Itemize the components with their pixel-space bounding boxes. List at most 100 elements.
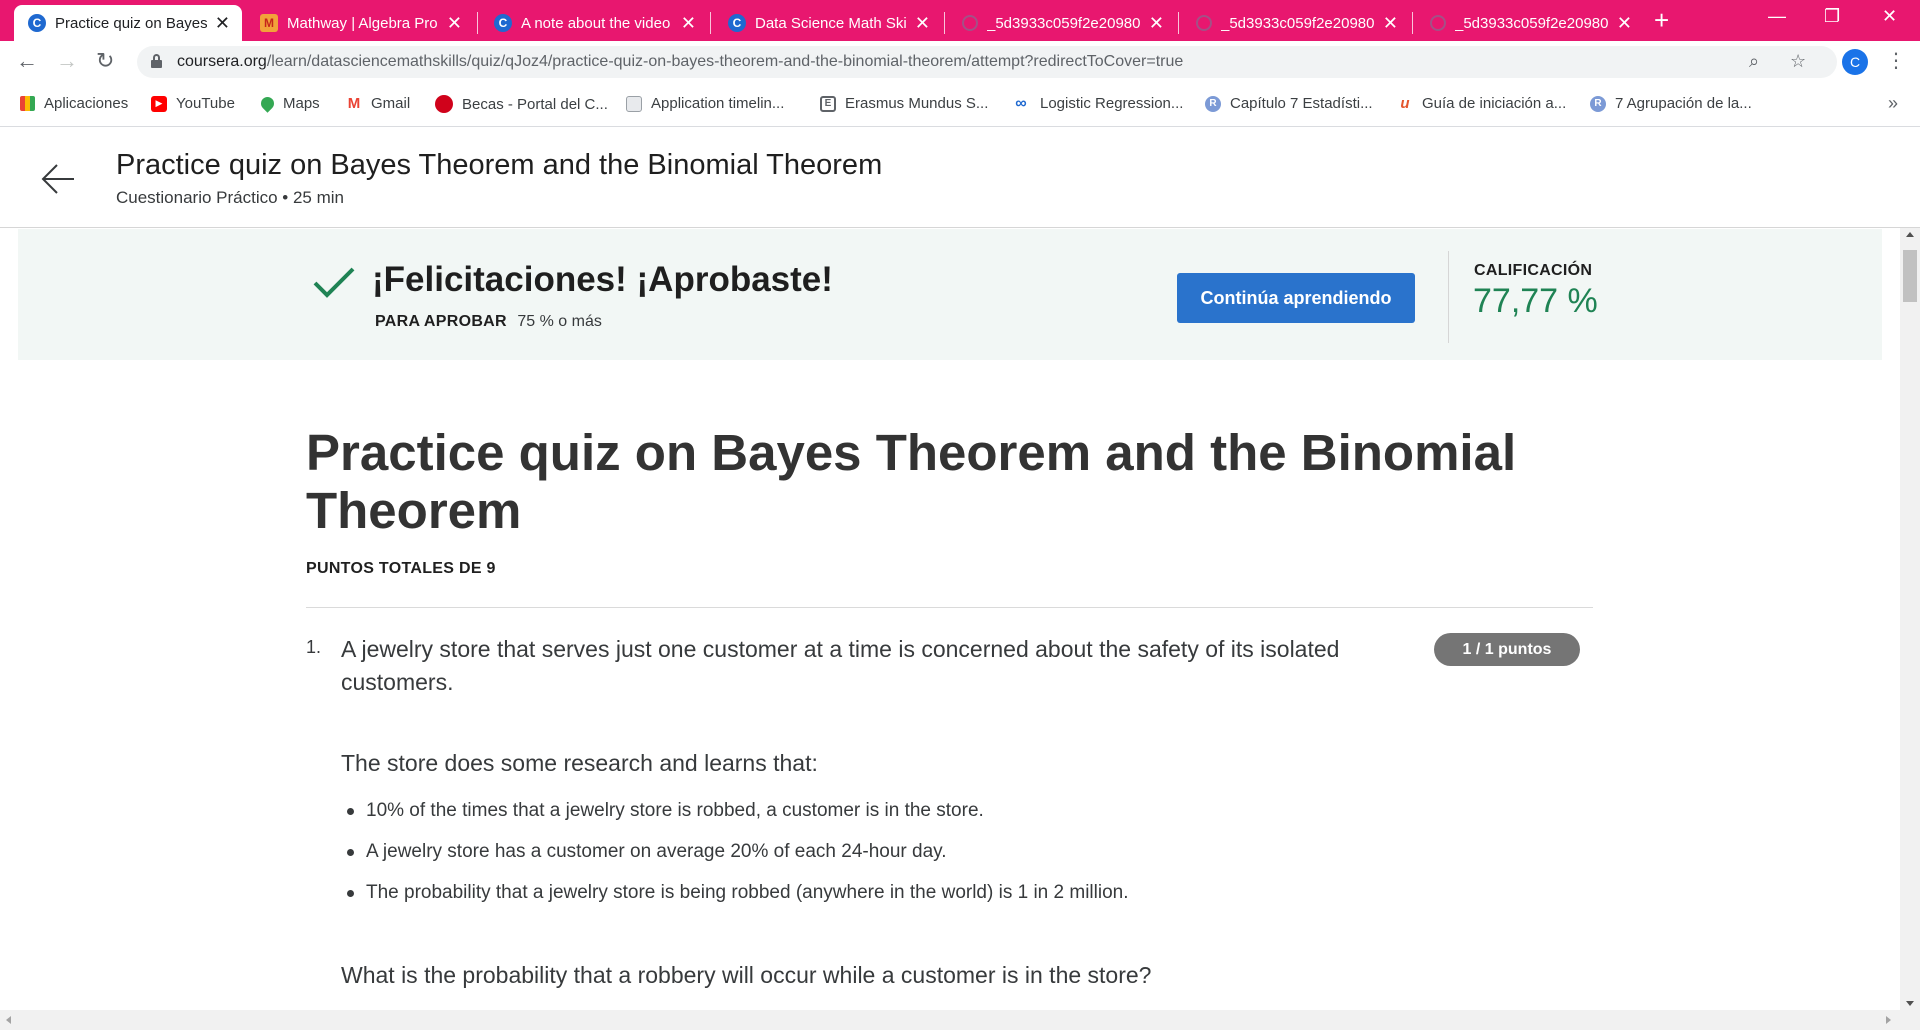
scroll-left-icon[interactable] bbox=[6, 1016, 11, 1024]
continue-learning-button[interactable]: Continúa aprendiendo bbox=[1177, 273, 1415, 323]
bookmark-label: Application timelin... bbox=[651, 95, 785, 112]
bookmark-label: Guía de iniciación a... bbox=[1422, 95, 1567, 112]
browser-menu-icon[interactable]: ⋮ bbox=[1886, 50, 1906, 72]
bookmark-becas[interactable]: Becas - Portal del C... bbox=[435, 95, 608, 113]
bookmark-application-timeline[interactable]: Application timelin... bbox=[626, 95, 784, 112]
close-icon[interactable]: ✕ bbox=[1149, 14, 1164, 32]
scroll-up-icon[interactable] bbox=[1906, 232, 1914, 237]
pass-banner: ¡Felicitaciones! ¡Aprobaste! PARA APROBA… bbox=[18, 229, 1882, 360]
bookmark-label: Capítulo 7 Estadísti... bbox=[1230, 95, 1373, 112]
forward-icon[interactable]: → bbox=[56, 49, 78, 73]
close-icon[interactable]: ✕ bbox=[1383, 14, 1398, 32]
scroll-down-icon[interactable] bbox=[1906, 1001, 1914, 1006]
tab-separator bbox=[944, 12, 945, 34]
close-icon[interactable]: ✕ bbox=[915, 14, 930, 32]
coursera-icon: C bbox=[494, 14, 512, 32]
tab-separator bbox=[477, 12, 478, 34]
new-tab-plus-icon[interactable]: + bbox=[1654, 7, 1669, 33]
tab-title: Mathway | Algebra Pro bbox=[287, 14, 438, 32]
grade-divider bbox=[1448, 251, 1449, 343]
horizontal-scrollbar[interactable] bbox=[0, 1010, 1920, 1030]
bookmark-label: Becas - Portal del C... bbox=[462, 95, 608, 113]
coursera-infinity-icon: ∞ bbox=[1011, 95, 1031, 112]
bookmark-label: Aplicaciones bbox=[44, 95, 129, 112]
checkmark-icon bbox=[313, 267, 355, 298]
mathway-icon: M bbox=[260, 14, 278, 32]
erasmus-icon: E bbox=[820, 95, 836, 112]
tab-title: _5d3933c059f2e209800 bbox=[987, 14, 1141, 32]
reload-icon[interactable]: ↻ bbox=[96, 49, 114, 73]
close-icon[interactable]: ✕ bbox=[1617, 14, 1632, 32]
address-bar[interactable]: coursera.org/learn/datasciencemathskills… bbox=[137, 46, 1837, 78]
bookmark-capitulo-7[interactable]: R Capítulo 7 Estadísti... bbox=[1205, 95, 1373, 112]
tab-practice-quiz[interactable]: C Practice quiz on Bayes ✕ bbox=[14, 5, 242, 41]
back-icon[interactable]: ← bbox=[16, 49, 38, 73]
lock-icon[interactable] bbox=[151, 54, 162, 68]
tab-file-2[interactable]: _5d3933c059f2e209800 ✕ bbox=[1182, 5, 1410, 41]
tab-file-3[interactable]: _5d3933c059f2e209800 ✕ bbox=[1416, 5, 1644, 41]
r-icon: R bbox=[1590, 95, 1606, 112]
tab-separator bbox=[1178, 12, 1179, 34]
tab-separator bbox=[1412, 12, 1413, 34]
tab-data-science-math[interactable]: C Data Science Math Skil ✕ bbox=[714, 5, 942, 41]
bookmark-maps[interactable]: Maps bbox=[258, 94, 320, 113]
url-text[interactable]: coursera.org/learn/datasciencemathskills… bbox=[177, 53, 1183, 71]
grade-label: CALIFICACIÓN bbox=[1474, 262, 1593, 279]
zoom-icon[interactable]: ⌕ bbox=[1749, 51, 1759, 72]
restore-icon[interactable]: ❐ bbox=[1824, 6, 1840, 27]
chevron-right-double-icon[interactable]: » bbox=[1888, 93, 1898, 114]
close-icon[interactable]: ✕ bbox=[215, 14, 230, 32]
bookmark-gmail[interactable]: M Gmail bbox=[346, 95, 410, 112]
bookmark-logistic-regression[interactable]: ∞ Logistic Regression... bbox=[1011, 95, 1183, 112]
scrollbar-thumb[interactable] bbox=[1903, 250, 1917, 302]
total-points: PUNTOS TOTALES DE 9 bbox=[306, 560, 496, 577]
apps-grid-icon bbox=[20, 96, 35, 111]
tab-separator bbox=[710, 12, 711, 34]
congrats-heading: ¡Felicitaciones! ¡Aprobaste! bbox=[372, 260, 833, 299]
browser-toolbar: ← → ↻ coursera.org/learn/datasciencemath… bbox=[0, 41, 1920, 83]
bookmark-label: Erasmus Mundus S... bbox=[845, 95, 989, 112]
bookmark-label: Logistic Regression... bbox=[1040, 95, 1184, 112]
question-number: 1. bbox=[306, 637, 322, 657]
bookmark-youtube[interactable]: ▶ YouTube bbox=[151, 95, 235, 112]
bookmarks-bar: Aplicaciones ▶ YouTube Maps M Gmail Beca… bbox=[0, 83, 1920, 127]
tab-title: _5d3933c059f2e209800 bbox=[1221, 14, 1375, 32]
close-icon[interactable]: ✕ bbox=[447, 14, 462, 32]
vertical-scrollbar[interactable] bbox=[1900, 228, 1920, 1010]
tab-note-about-video[interactable]: C A note about the video ✕ bbox=[480, 5, 708, 41]
scroll-right-icon[interactable] bbox=[1886, 1016, 1891, 1024]
becas-icon bbox=[435, 95, 453, 113]
bookmark-label: YouTube bbox=[176, 95, 235, 112]
grade-value: 77,77 % bbox=[1473, 282, 1598, 320]
bookmark-agrupacion[interactable]: R 7 Agrupación de la... bbox=[1590, 95, 1752, 112]
profile-avatar[interactable]: C bbox=[1842, 49, 1868, 75]
application-icon bbox=[626, 95, 642, 112]
bookmark-label: Maps bbox=[283, 95, 320, 112]
points-badge: 1 / 1 puntos bbox=[1434, 633, 1580, 666]
bookmark-guia-iniciacion[interactable]: u Guía de iniciación a... bbox=[1397, 95, 1566, 112]
pass-label: PARA APROBAR bbox=[375, 313, 507, 330]
tab-file-1[interactable]: _5d3933c059f2e209800 ✕ bbox=[948, 5, 1176, 41]
question-text: A jewelry store that serves just one cus… bbox=[341, 636, 1340, 695]
pass-value: 75 % o más bbox=[517, 313, 602, 330]
list-item: 10% of the times that a jewelry store is… bbox=[341, 796, 1129, 837]
url-path: /learn/datasciencemathskills/quiz/qJoz4/… bbox=[266, 53, 1184, 70]
list-item: A jewelry store has a customer on averag… bbox=[341, 837, 1129, 878]
r-icon: R bbox=[1205, 95, 1221, 112]
back-arrow-icon[interactable] bbox=[40, 161, 76, 197]
window-close-icon[interactable]: ✕ bbox=[1882, 6, 1897, 27]
bookmark-aplicaciones[interactable]: Aplicaciones bbox=[20, 95, 128, 112]
bookmark-erasmus[interactable]: E Erasmus Mundus S... bbox=[820, 95, 988, 112]
question-intro: The store does some research and learns … bbox=[341, 750, 818, 776]
pass-requirement: PARA APROBAR 75 % o más bbox=[375, 313, 602, 331]
url-host: coursera.org bbox=[177, 53, 267, 70]
close-icon[interactable]: ✕ bbox=[681, 14, 696, 32]
tab-title: Data Science Math Skil bbox=[755, 14, 907, 32]
tab-mathway[interactable]: M Mathway | Algebra Pro ✕ bbox=[246, 5, 474, 41]
minimize-icon[interactable]: — bbox=[1768, 6, 1786, 27]
header-subtitle: Cuestionario Práctico • 25 min bbox=[116, 188, 344, 207]
youtube-icon: ▶ bbox=[151, 95, 167, 112]
globe-icon bbox=[962, 15, 978, 31]
star-icon[interactable]: ☆ bbox=[1790, 51, 1806, 72]
question-prompt: What is the probability that a robbery w… bbox=[341, 962, 1152, 988]
